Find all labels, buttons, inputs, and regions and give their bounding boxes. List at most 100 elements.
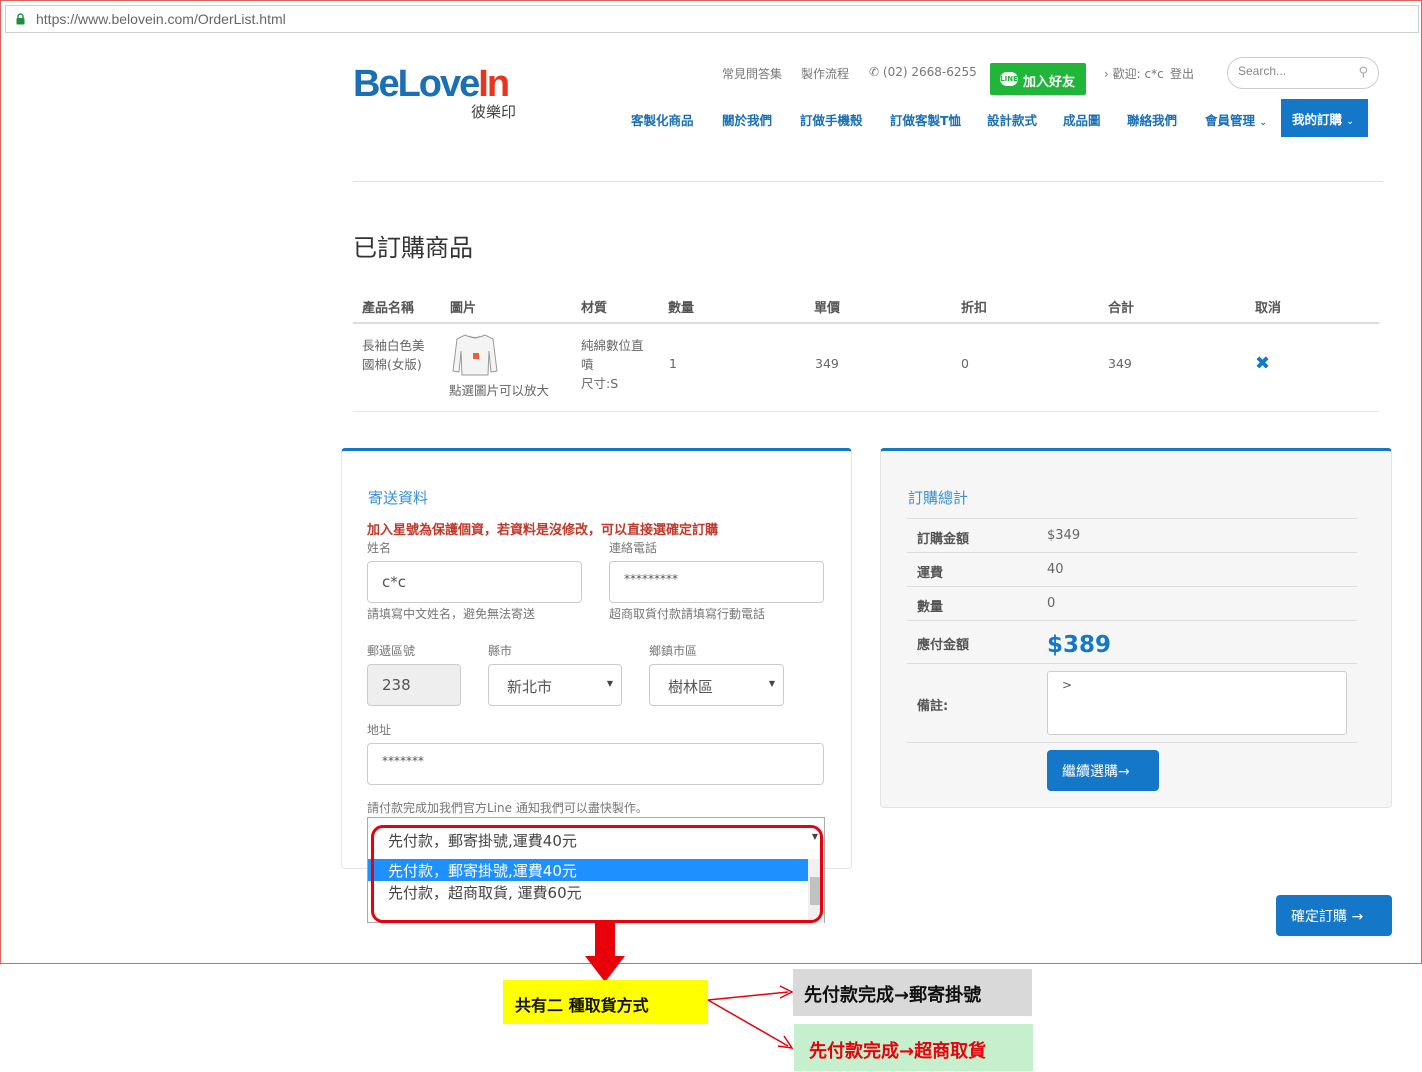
nav-designs[interactable]: 設計款式	[987, 110, 1037, 129]
product-name-line: 國棉(女版)	[362, 357, 422, 372]
table-header-divider	[353, 322, 1379, 324]
privacy-notice: 加入星號為保護個資，若資料是沒修改，可以直接選確定訂購	[367, 523, 719, 538]
down-arrow-icon	[585, 922, 625, 982]
shipping-fee-label: 運費	[917, 566, 944, 581]
address-field[interactable]: *******	[367, 743, 824, 785]
nav-my-orders[interactable]: 我的訂購 ⌄	[1281, 99, 1368, 137]
nav-contact[interactable]: 聯絡我們	[1127, 110, 1177, 129]
logo-text-love: BeLove	[353, 63, 480, 105]
nav-custom-tshirt[interactable]: 訂做客製T恤	[890, 110, 961, 129]
search-box[interactable]: ⚲	[1227, 57, 1379, 89]
line-add-friend-button[interactable]: LINE 加入好友	[990, 63, 1086, 95]
annotation-post-option: 先付款完成→郵寄掛號	[793, 969, 1032, 1016]
cancel-item-button[interactable]: ✖	[1255, 353, 1270, 374]
page-title: 已訂購商品	[353, 234, 473, 262]
address-bar[interactable]: https://www.belovein.com/OrderList.html	[5, 5, 1419, 33]
cross-icon: ✖	[1255, 353, 1271, 374]
district-select[interactable]: 樹林區 ▼	[649, 664, 784, 706]
nav-gallery[interactable]: 成品圖	[1063, 110, 1101, 129]
brand-logo[interactable]: BeLoveIn 彼樂印	[353, 63, 533, 123]
logo-text-in: In	[478, 63, 510, 105]
continue-shopping-button[interactable]: 繼續選購→	[1047, 750, 1159, 791]
col-header-total: 合計	[1108, 301, 1135, 316]
phone-icon: ✆	[869, 65, 880, 79]
summary-divider	[907, 742, 1357, 743]
address-label: 地址	[367, 723, 392, 737]
dropdown-arrow-icon: ▼	[768, 679, 775, 688]
confirm-order-button[interactable]: 確定訂購 →	[1276, 895, 1392, 936]
name-hint: 請填寫中文姓名，避免無法寄送	[367, 607, 536, 621]
name-field[interactable]: c*c	[367, 561, 582, 603]
search-icon[interactable]: ⚲	[1358, 65, 1368, 80]
nav-about[interactable]: 關於我們	[722, 110, 772, 129]
phone-field[interactable]: *********	[609, 561, 824, 603]
material-line: 噴	[581, 357, 594, 372]
product-thumbnail[interactable]	[451, 331, 499, 379]
payable-label: 應付金額	[917, 638, 970, 653]
product-qty: 1	[669, 356, 677, 371]
product-total: 349	[1108, 356, 1132, 371]
url-text[interactable]: https://www.belovein.com/OrderList.html	[36, 11, 286, 27]
summary-divider	[907, 663, 1357, 664]
dropdown-arrow-icon: ▼	[606, 679, 613, 688]
material-line: 純綿數位直	[581, 338, 644, 353]
product-material: 純綿數位直噴尺寸:S	[581, 336, 644, 393]
city-value: 新北市	[507, 678, 553, 696]
product-price: 349	[815, 356, 839, 371]
col-header-material: 材質	[581, 301, 608, 316]
shipping-fee-value: 40	[1047, 562, 1064, 577]
col-header-discount: 折扣	[961, 301, 988, 316]
col-header-qty: 數量	[668, 301, 695, 316]
nav-my-orders-label: 我的訂購	[1292, 112, 1343, 127]
col-header-price: 單價	[814, 301, 841, 316]
search-input[interactable]	[1238, 64, 1348, 78]
summary-title: 訂購總計	[908, 489, 969, 507]
summary-qty-label: 數量	[917, 600, 944, 615]
district-label: 鄉鎮市區	[649, 644, 698, 658]
city-select[interactable]: 新北市 ▼	[488, 664, 622, 706]
product-name: 長袖白色美 國棉(女版)	[362, 336, 425, 374]
line-button-label: 加入好友	[1023, 75, 1076, 90]
process-link[interactable]: 製作流程	[801, 65, 849, 82]
highlight-box	[371, 825, 823, 923]
header-divider	[353, 181, 1383, 182]
nav-member[interactable]: 會員管理 ⌄	[1205, 110, 1267, 129]
payable-amount: $389	[1047, 632, 1112, 658]
summary-divider	[907, 620, 1357, 621]
col-header-cancel: 取消	[1255, 301, 1282, 316]
nav-member-label: 會員管理	[1205, 113, 1256, 128]
logout-link[interactable]: 登出	[1170, 65, 1194, 82]
col-header-image: 圖片	[450, 301, 477, 316]
city-label: 縣市	[488, 644, 513, 658]
zip-field[interactable]: 238	[367, 664, 461, 706]
summary-qty-value: 0	[1047, 596, 1056, 611]
memo-textarea[interactable]: >	[1047, 671, 1347, 735]
memo-label: 備註:	[917, 699, 949, 714]
summary-divider	[907, 552, 1357, 553]
faq-link[interactable]: 常見問答集	[722, 65, 782, 82]
table-row-divider	[353, 411, 1379, 412]
order-amount-value: $349	[1047, 528, 1081, 543]
screenshot-frame: https://www.belovein.com/OrderList.html …	[0, 0, 1422, 964]
line-icon: LINE	[1000, 72, 1018, 86]
line-note: 請付款完成加我們官方Line 通知我們可以盡快製作。	[367, 801, 648, 815]
order-amount-label: 訂購金額	[917, 532, 970, 547]
summary-divider	[907, 586, 1357, 587]
material-size: 尺寸:S	[581, 376, 619, 391]
logo-subtitle: 彼樂印	[471, 103, 517, 121]
col-header-name: 產品名稱	[362, 301, 415, 316]
phone-link[interactable]: ✆ (02) 2668-6255	[869, 65, 977, 79]
chevron-right-icon: ›	[1104, 67, 1109, 81]
chevron-down-icon: ⌄	[1259, 118, 1267, 128]
lock-icon	[16, 13, 25, 25]
phone-label: 連絡電話	[609, 541, 658, 555]
nav-phone-case[interactable]: 訂做手機殼	[800, 110, 863, 129]
nav-custom-products[interactable]: 客製化商品	[631, 110, 694, 129]
welcome-user: › 歡迎: c*c	[1104, 65, 1164, 82]
name-label: 姓名	[367, 541, 392, 555]
annotation-store-option: 先付款完成→超商取貨	[794, 1024, 1033, 1071]
image-caption: 點選圖片可以放大	[449, 383, 550, 398]
product-discount: 0	[961, 356, 969, 371]
annotation-main: 共有二 種取貨方式	[503, 980, 708, 1024]
district-value: 樹林區	[668, 678, 714, 696]
